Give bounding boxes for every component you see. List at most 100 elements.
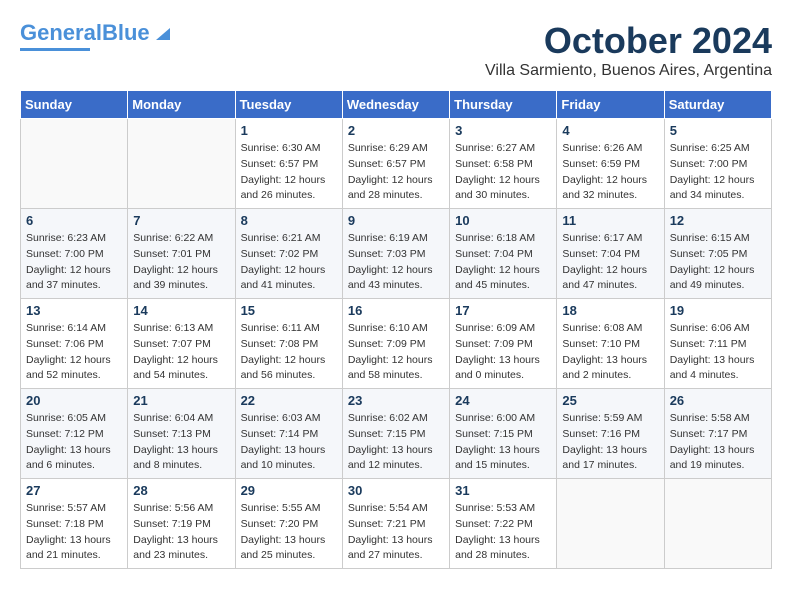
calendar-cell: 12 Sunrise: 6:15 AM Sunset: 7:05 PM Dayli… xyxy=(664,209,771,299)
calendar-day-header: Friday xyxy=(557,91,664,119)
day-info: Sunrise: 6:19 AM Sunset: 7:03 PM Dayligh… xyxy=(348,231,444,294)
calendar-cell: 8Sunrise: 6:21 AM Sunset: 7:02 PM Daylig… xyxy=(235,209,342,299)
calendar-week-row: 20 Sunrise: 6:05 AM Sunset: 7:12 PM Dayli… xyxy=(21,389,772,479)
day-info: Sunrise: 6:05 AM Sunset: 7:12 PM Dayligh… xyxy=(26,411,122,474)
logo-part1: General xyxy=(20,20,102,45)
day-number: 11 xyxy=(562,213,658,228)
calendar-cell: 2Sunrise: 6:29 AM Sunset: 6:57 PM Daylig… xyxy=(342,119,449,209)
day-info: Sunrise: 6:17 AM Sunset: 7:04 PM Dayligh… xyxy=(562,231,658,294)
day-info: Sunrise: 6:23 AM Sunset: 7:00 PM Dayligh… xyxy=(26,231,122,294)
day-info: Sunrise: 5:53 AM Sunset: 7:22 PM Dayligh… xyxy=(455,501,551,564)
day-number: 18 xyxy=(562,303,658,318)
day-info: Sunrise: 6:25 AM Sunset: 7:00 PM Dayligh… xyxy=(670,141,766,204)
day-number: 13 xyxy=(26,303,122,318)
day-number: 27 xyxy=(26,483,122,498)
day-info: Sunrise: 6:27 AM Sunset: 6:58 PM Dayligh… xyxy=(455,141,551,204)
day-number: 28 xyxy=(133,483,229,498)
page-header: GeneralBlue October 2024 Villa Sarmiento… xyxy=(20,20,772,80)
day-number: 4 xyxy=(562,123,658,138)
day-number: 22 xyxy=(241,393,337,408)
day-info: Sunrise: 6:18 AM Sunset: 7:04 PM Dayligh… xyxy=(455,231,551,294)
calendar-cell xyxy=(664,479,771,569)
calendar-cell: 30Sunrise: 5:54 AM Sunset: 7:21 PM Dayli… xyxy=(342,479,449,569)
day-info: Sunrise: 5:59 AM Sunset: 7:16 PM Dayligh… xyxy=(562,411,658,474)
calendar-cell xyxy=(557,479,664,569)
day-number: 5 xyxy=(670,123,766,138)
calendar-cell: 22 Sunrise: 6:03 AM Sunset: 7:14 PM Dayli… xyxy=(235,389,342,479)
day-info: Sunrise: 6:09 AM Sunset: 7:09 PM Dayligh… xyxy=(455,321,551,384)
calendar-cell: 19 Sunrise: 6:06 AM Sunset: 7:11 PM Dayli… xyxy=(664,299,771,389)
calendar-cell: 17 Sunrise: 6:09 AM Sunset: 7:09 PM Dayli… xyxy=(450,299,557,389)
calendar-week-row: 6 Sunrise: 6:23 AM Sunset: 7:00 PM Daylig… xyxy=(21,209,772,299)
day-number: 30 xyxy=(348,483,444,498)
day-number: 19 xyxy=(670,303,766,318)
day-info: Sunrise: 6:02 AM Sunset: 7:15 PM Dayligh… xyxy=(348,411,444,474)
day-info: Sunrise: 6:22 AM Sunset: 7:01 PM Dayligh… xyxy=(133,231,229,294)
calendar-cell: 18 Sunrise: 6:08 AM Sunset: 7:10 PM Dayli… xyxy=(557,299,664,389)
day-info: Sunrise: 6:06 AM Sunset: 7:11 PM Dayligh… xyxy=(670,321,766,384)
title-block: October 2024 Villa Sarmiento, Buenos Air… xyxy=(485,20,772,80)
day-info: Sunrise: 5:56 AM Sunset: 7:19 PM Dayligh… xyxy=(133,501,229,564)
calendar-cell xyxy=(21,119,128,209)
calendar-cell xyxy=(128,119,235,209)
calendar-cell: 16Sunrise: 6:10 AM Sunset: 7:09 PM Dayli… xyxy=(342,299,449,389)
day-number: 24 xyxy=(455,393,551,408)
calendar-day-header: Wednesday xyxy=(342,91,449,119)
calendar-cell: 5 Sunrise: 6:25 AM Sunset: 7:00 PM Daylig… xyxy=(664,119,771,209)
logo-underline xyxy=(20,48,90,51)
day-info: Sunrise: 6:15 AM Sunset: 7:05 PM Dayligh… xyxy=(670,231,766,294)
calendar-body: 1Sunrise: 6:30 AM Sunset: 6:57 PM Daylig… xyxy=(21,119,772,569)
calendar-table: SundayMondayTuesdayWednesdayThursdayFrid… xyxy=(20,90,772,569)
day-number: 3 xyxy=(455,123,551,138)
logo-text: GeneralBlue xyxy=(20,20,150,46)
location-subtitle: Villa Sarmiento, Buenos Aires, Argentina xyxy=(485,62,772,80)
day-info: Sunrise: 5:58 AM Sunset: 7:17 PM Dayligh… xyxy=(670,411,766,474)
day-info: Sunrise: 6:03 AM Sunset: 7:14 PM Dayligh… xyxy=(241,411,337,474)
calendar-cell: 28 Sunrise: 5:56 AM Sunset: 7:19 PM Dayli… xyxy=(128,479,235,569)
day-number: 17 xyxy=(455,303,551,318)
calendar-cell: 6 Sunrise: 6:23 AM Sunset: 7:00 PM Daylig… xyxy=(21,209,128,299)
calendar-cell: 14 Sunrise: 6:13 AM Sunset: 7:07 PM Dayli… xyxy=(128,299,235,389)
day-number: 15 xyxy=(241,303,337,318)
calendar-cell: 7Sunrise: 6:22 AM Sunset: 7:01 PM Daylig… xyxy=(128,209,235,299)
day-info: Sunrise: 6:00 AM Sunset: 7:15 PM Dayligh… xyxy=(455,411,551,474)
calendar-cell: 13 Sunrise: 6:14 AM Sunset: 7:06 PM Dayli… xyxy=(21,299,128,389)
day-number: 6 xyxy=(26,213,122,228)
day-number: 8 xyxy=(241,213,337,228)
day-number: 25 xyxy=(562,393,658,408)
calendar-cell: 11 Sunrise: 6:17 AM Sunset: 7:04 PM Dayli… xyxy=(557,209,664,299)
day-number: 31 xyxy=(455,483,551,498)
day-number: 14 xyxy=(133,303,229,318)
day-number: 9 xyxy=(348,213,444,228)
day-number: 29 xyxy=(241,483,337,498)
day-number: 12 xyxy=(670,213,766,228)
calendar-day-header: Saturday xyxy=(664,91,771,119)
calendar-cell: 20 Sunrise: 6:05 AM Sunset: 7:12 PM Dayli… xyxy=(21,389,128,479)
calendar-cell: 27 Sunrise: 5:57 AM Sunset: 7:18 PM Dayli… xyxy=(21,479,128,569)
day-info: Sunrise: 6:26 AM Sunset: 6:59 PM Dayligh… xyxy=(562,141,658,204)
day-info: Sunrise: 6:13 AM Sunset: 7:07 PM Dayligh… xyxy=(133,321,229,384)
calendar-day-header: Tuesday xyxy=(235,91,342,119)
calendar-week-row: 13 Sunrise: 6:14 AM Sunset: 7:06 PM Dayli… xyxy=(21,299,772,389)
day-info: Sunrise: 5:55 AM Sunset: 7:20 PM Dayligh… xyxy=(241,501,337,564)
day-info: Sunrise: 6:11 AM Sunset: 7:08 PM Dayligh… xyxy=(241,321,337,384)
day-info: Sunrise: 6:14 AM Sunset: 7:06 PM Dayligh… xyxy=(26,321,122,384)
logo-part2: Blue xyxy=(102,20,150,45)
calendar-week-row: 27 Sunrise: 5:57 AM Sunset: 7:18 PM Dayli… xyxy=(21,479,772,569)
calendar-header: SundayMondayTuesdayWednesdayThursdayFrid… xyxy=(21,91,772,119)
day-number: 2 xyxy=(348,123,444,138)
logo-icon xyxy=(152,24,170,42)
day-number: 10 xyxy=(455,213,551,228)
day-info: Sunrise: 5:57 AM Sunset: 7:18 PM Dayligh… xyxy=(26,501,122,564)
calendar-cell: 1Sunrise: 6:30 AM Sunset: 6:57 PM Daylig… xyxy=(235,119,342,209)
calendar-cell: 15 Sunrise: 6:11 AM Sunset: 7:08 PM Dayli… xyxy=(235,299,342,389)
calendar-day-header: Thursday xyxy=(450,91,557,119)
month-title: October 2024 xyxy=(485,20,772,62)
calendar-day-header: Monday xyxy=(128,91,235,119)
day-number: 16 xyxy=(348,303,444,318)
day-info: Sunrise: 6:08 AM Sunset: 7:10 PM Dayligh… xyxy=(562,321,658,384)
day-number: 20 xyxy=(26,393,122,408)
day-info: Sunrise: 6:30 AM Sunset: 6:57 PM Dayligh… xyxy=(241,141,337,204)
day-info: Sunrise: 6:04 AM Sunset: 7:13 PM Dayligh… xyxy=(133,411,229,474)
calendar-cell: 3 Sunrise: 6:27 AM Sunset: 6:58 PM Daylig… xyxy=(450,119,557,209)
